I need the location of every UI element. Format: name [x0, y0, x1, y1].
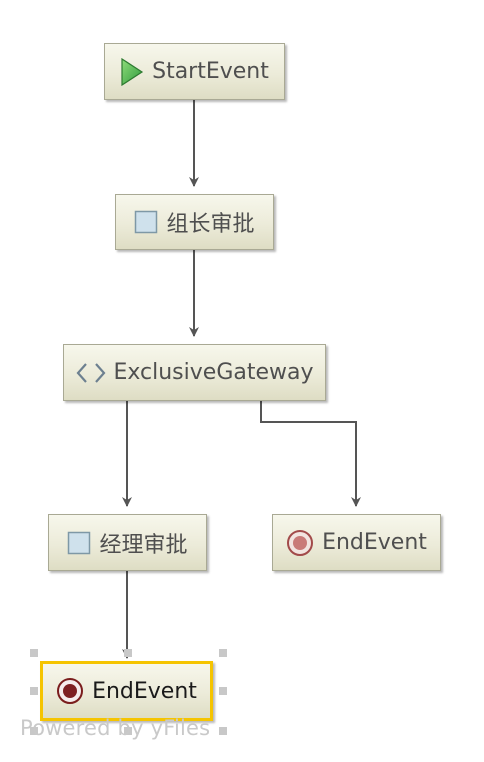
end-event-selected-label: EndEvent [92, 678, 197, 704]
exclusive-gateway-node[interactable]: ExclusiveGateway [63, 344, 326, 401]
end-circle-icon [56, 677, 84, 705]
selection-handle-top-center[interactable] [124, 649, 132, 657]
task-manager-approval-node[interactable]: 经理审批 [48, 514, 207, 571]
start-event-label: StartEvent [152, 59, 269, 84]
edge-gateway-to-endevent[interactable] [260, 401, 361, 507]
task-square-icon [67, 531, 91, 555]
selection-handle-top-right[interactable] [219, 649, 227, 657]
selection-handle-middle-left[interactable] [30, 687, 38, 695]
end-event-node[interactable]: EndEvent [272, 514, 441, 571]
selection-handle-middle-right[interactable] [219, 687, 227, 695]
selection-handle-bottom-right[interactable] [219, 727, 227, 735]
task-group-leader-approval-label: 组长审批 [166, 212, 255, 237]
end-circle-icon [286, 529, 314, 557]
yfiles-watermark: Powered by yFiles [20, 716, 211, 740]
task-square-icon [134, 210, 158, 234]
exclusive-gateway-label: ExclusiveGateway [113, 360, 314, 385]
start-event-node[interactable]: StartEvent [104, 43, 285, 100]
task-manager-approval-label: 经理审批 [99, 532, 188, 558]
end-event-selected-node[interactable]: EndEvent [40, 661, 213, 721]
selection-handle-top-left[interactable] [30, 649, 38, 657]
end-event-label: EndEvent [322, 530, 427, 555]
start-triangle-icon [120, 57, 144, 86]
gateway-diamond-icon [76, 361, 106, 385]
task-group-leader-approval-node[interactable]: 组长审批 [115, 194, 274, 250]
